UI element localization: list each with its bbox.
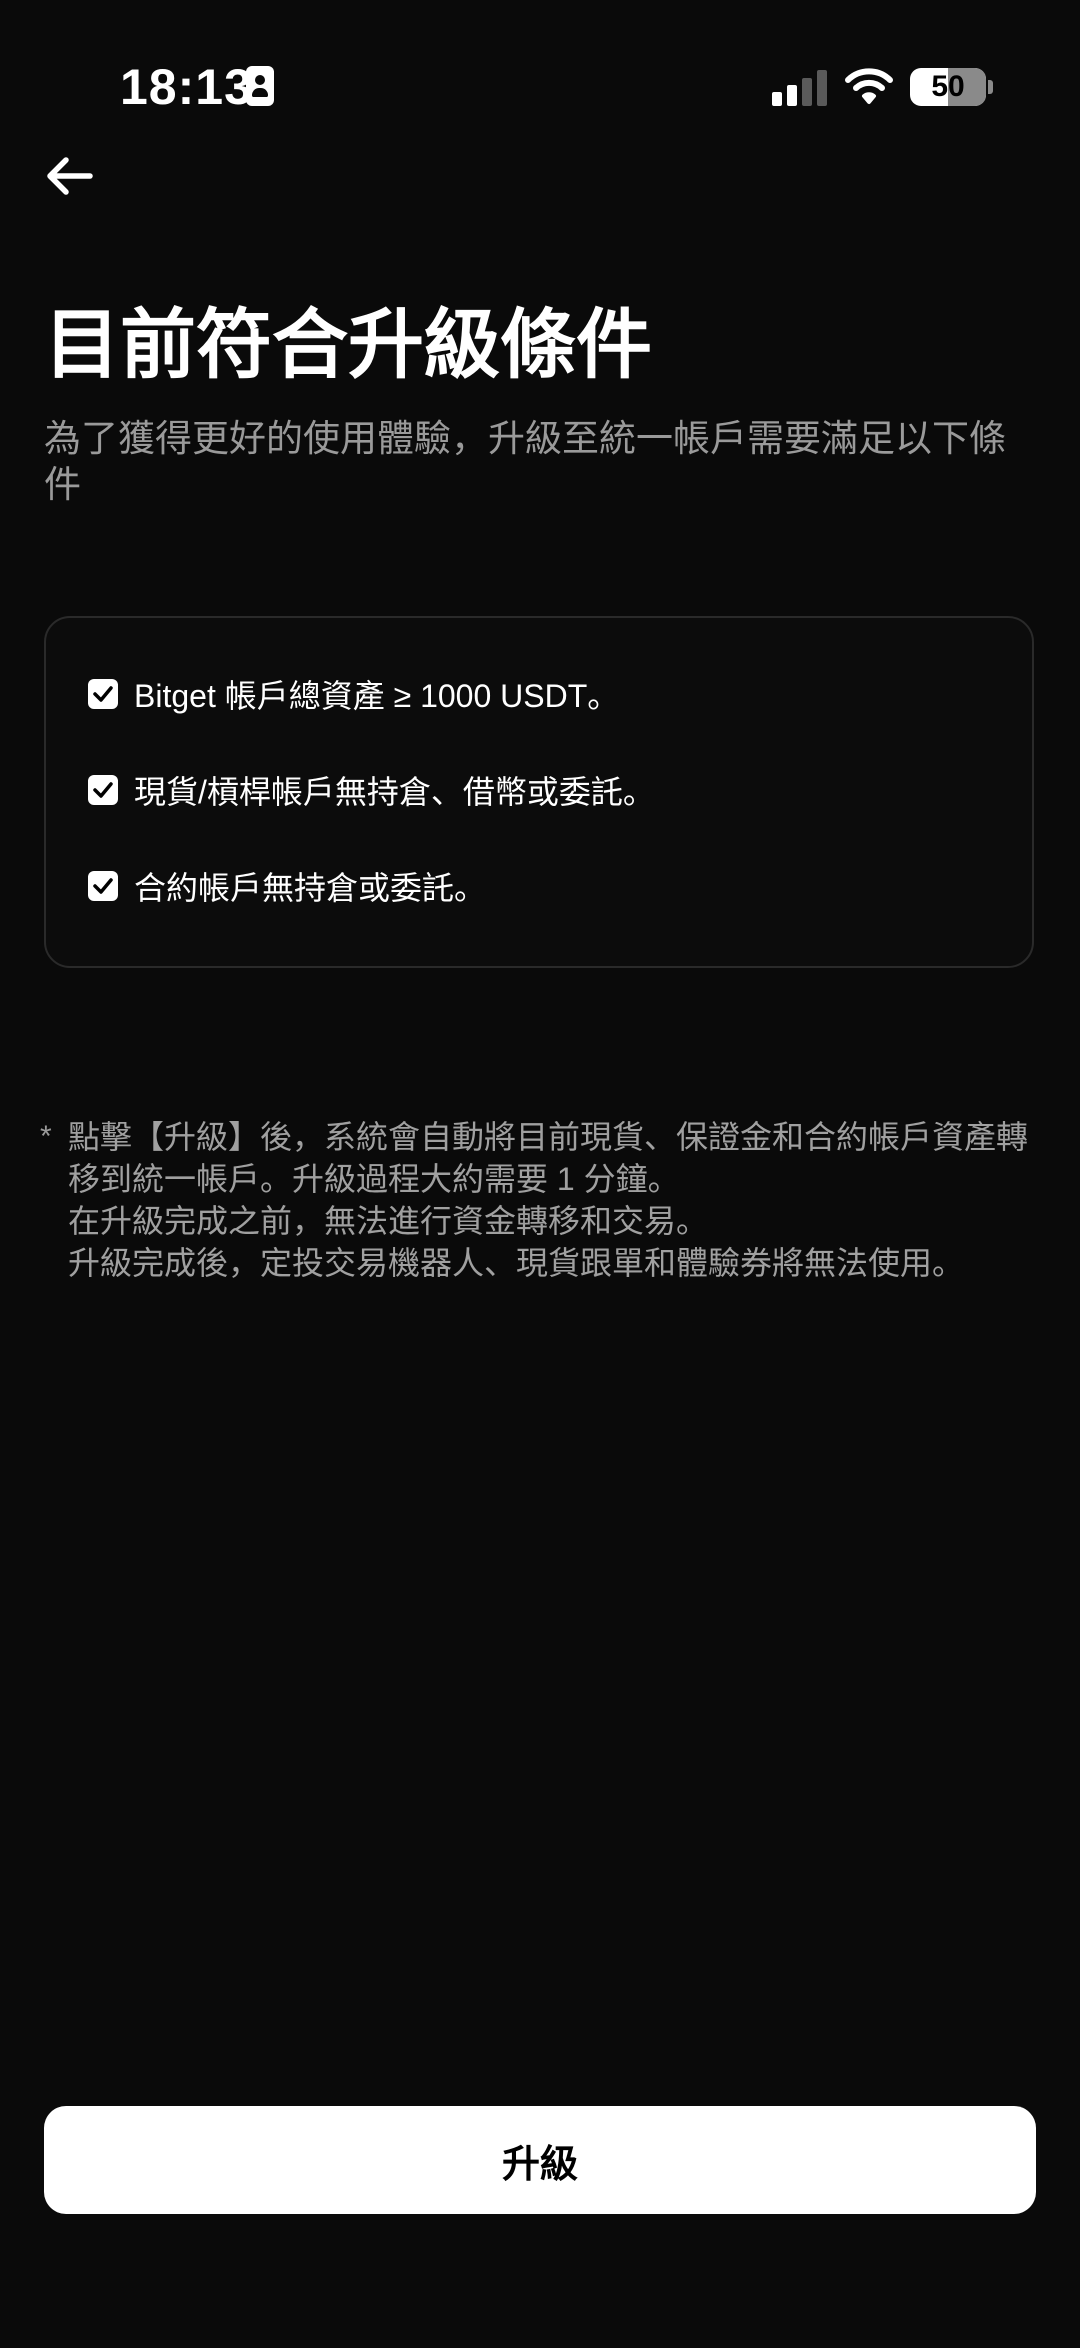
id-card-icon	[246, 66, 274, 106]
upgrade-button[interactable]: 升級	[44, 2106, 1036, 2214]
wifi-icon	[844, 66, 894, 106]
condition-text: Bitget 帳戶總資產 ≥ 1000 USDT。	[134, 678, 620, 714]
condition-item: 現貨/槓桿帳戶無持倉、借幣或委託。	[88, 763, 655, 817]
condition-item: Bitget 帳戶總資產 ≥ 1000 USDT。	[88, 667, 619, 721]
notice-line: 點擊【升級】後，系統會自動將目前現貨、保證金和合約帳戶資產轉	[68, 1119, 1029, 1155]
notice-line: 在升級完成之前，無法進行資金轉移和交易。	[68, 1203, 709, 1239]
status-time: 18:13	[120, 59, 253, 115]
signal-icon	[772, 70, 828, 106]
battery-percent: 50	[931, 70, 965, 103]
page-subtitle: 為了獲得更好的使用體驗，升級至統一帳戶需要滿足以下條件	[44, 418, 1006, 505]
arrow-left-icon	[47, 157, 93, 195]
notice-line: 升級完成後，定投交易機器人、現貨跟單和體驗券將無法使用。	[68, 1245, 965, 1281]
notice-line: 移到統一帳戶。升級過程大約需要 1 分鐘。	[68, 1161, 680, 1197]
page-title: 目前符合升級條件	[44, 303, 652, 388]
notice-text: 點擊【升級】後，系統會自動將目前現貨、保證金和合約帳戶資產轉 移到統一帳戶。升級…	[68, 1116, 1058, 1284]
checkbox-checked-icon	[88, 679, 118, 709]
battery-icon: 50	[910, 68, 986, 106]
status-bar: 18:13 50	[0, 0, 1080, 170]
condition-text: 合約帳戶無持倉或委託。	[134, 870, 487, 906]
battery-tip	[988, 80, 993, 94]
checkbox-checked-icon	[88, 871, 118, 901]
checkbox-checked-icon	[88, 775, 118, 805]
conditions-card: Bitget 帳戶總資產 ≥ 1000 USDT。 現貨/槓桿帳戶無持倉、借幣或…	[44, 616, 1034, 968]
notice-marker: *	[40, 1120, 52, 1153]
condition-text: 現貨/槓桿帳戶無持倉、借幣或委託。	[134, 774, 655, 810]
condition-item: 合約帳戶無持倉或委託。	[88, 859, 486, 913]
back-button[interactable]	[34, 140, 106, 212]
